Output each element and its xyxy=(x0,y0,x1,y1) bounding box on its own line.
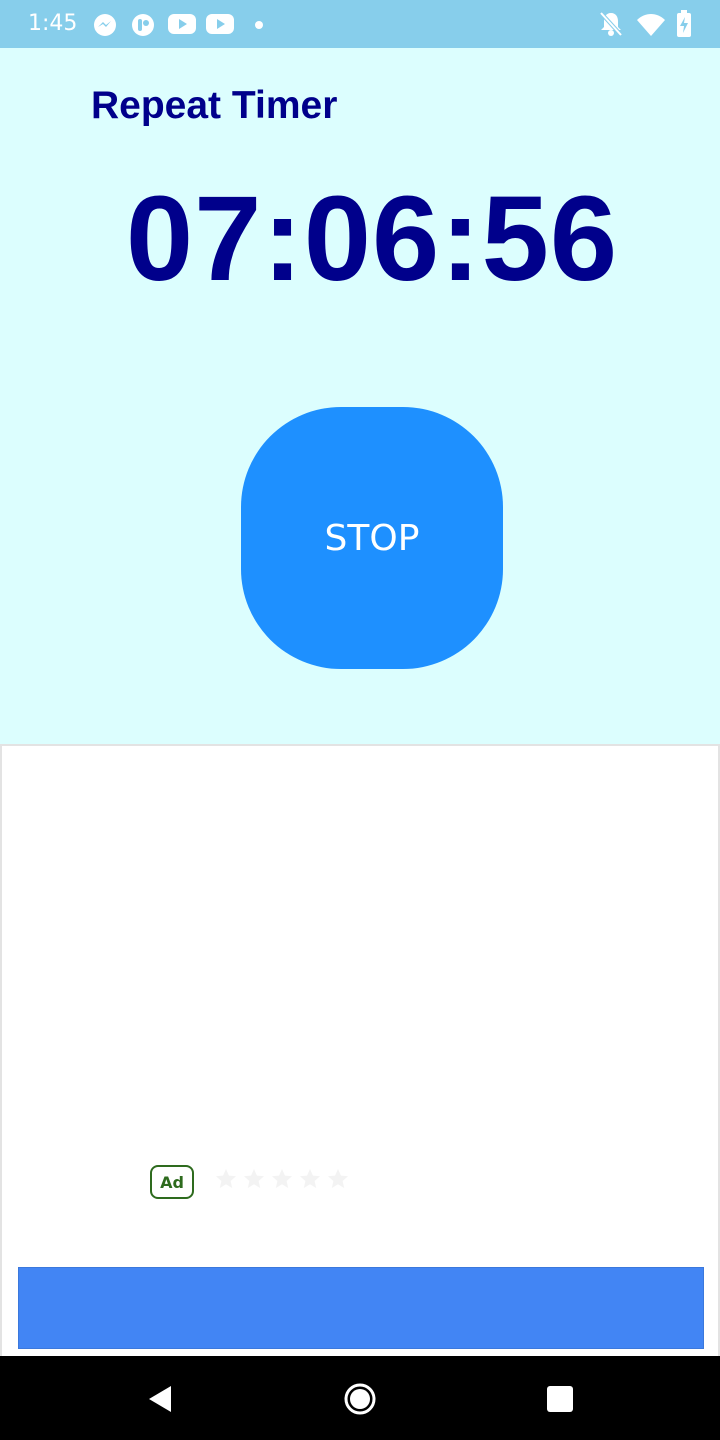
youtube-icon xyxy=(206,14,234,34)
system-nav-bar xyxy=(0,1356,720,1440)
ad-badge: Ad xyxy=(150,1165,194,1199)
star-icon xyxy=(328,1169,348,1188)
stop-button[interactable]: STOP xyxy=(241,407,503,669)
app-notification-icon xyxy=(132,14,154,36)
app-title: Repeat Timer xyxy=(91,84,338,127)
star-icon xyxy=(272,1169,292,1188)
timer-screen: Repeat Timer 07:06:56 STOP xyxy=(0,48,720,744)
recents-icon[interactable] xyxy=(543,1382,577,1416)
status-bar: 1:45 xyxy=(0,0,720,48)
ad-cta-button[interactable] xyxy=(18,1267,704,1349)
status-time: 1:45 xyxy=(28,11,78,36)
back-icon[interactable] xyxy=(143,1382,177,1416)
home-icon[interactable] xyxy=(343,1382,377,1416)
star-icon xyxy=(216,1169,236,1188)
youtube-icon xyxy=(168,14,196,34)
ad-rating-stars xyxy=(214,1165,364,1195)
battery-charging-icon xyxy=(677,10,691,37)
messenger-icon xyxy=(94,14,116,36)
dot-icon xyxy=(255,21,263,29)
ad-panel[interactable]: Ad xyxy=(0,744,720,1358)
notifications-off-icon xyxy=(599,11,623,37)
star-icon xyxy=(244,1169,264,1188)
wifi-icon xyxy=(637,14,665,36)
timer-display: 07:06:56 xyxy=(125,170,619,306)
status-system-icons xyxy=(598,10,698,40)
star-icon xyxy=(300,1169,320,1188)
